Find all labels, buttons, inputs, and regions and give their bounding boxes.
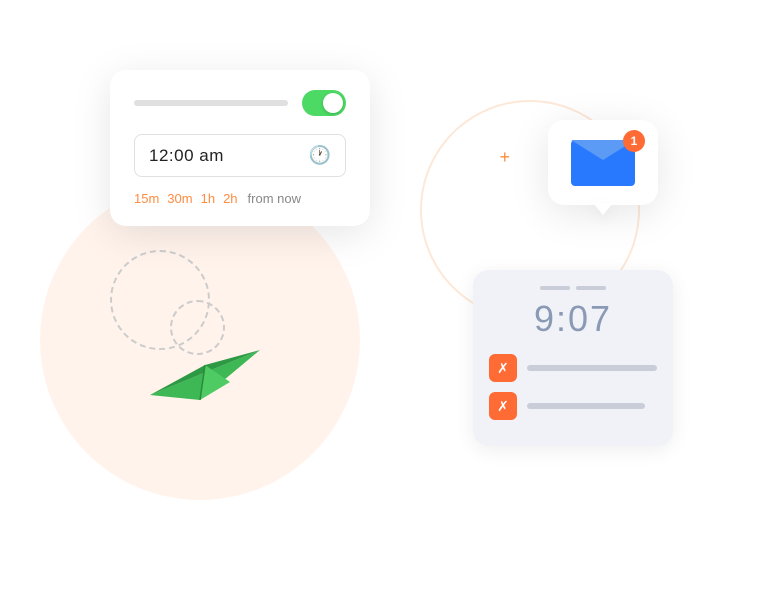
task-line-1 — [527, 365, 657, 371]
phone-status-dot-1 — [540, 286, 570, 290]
notification-badge: 1 — [623, 130, 645, 152]
toggle-row — [134, 90, 346, 116]
phone-top-bar — [489, 286, 657, 290]
paper-plane-container — [140, 320, 270, 415]
dashed-circle-small — [170, 300, 225, 355]
shortcut-2h[interactable]: 2h — [223, 191, 237, 206]
shortcut-30m[interactable]: 30m — [167, 191, 192, 206]
time-input-container[interactable]: 12:00 am 🕐 — [134, 134, 346, 177]
phone-task-card: 9:07 ✗ ✗ — [473, 270, 673, 446]
from-now-label: from now — [248, 191, 301, 206]
plus-decoration-icon: + — [499, 148, 510, 166]
toggle-switch[interactable] — [302, 90, 346, 116]
phone-status-dot-2 — [576, 286, 606, 290]
time-shortcuts-row: 15m 30m 1h 2h from now — [134, 191, 346, 206]
task-item-2: ✗ — [489, 392, 657, 420]
shortcut-1h[interactable]: 1h — [201, 191, 215, 206]
shortcut-15m[interactable]: 15m — [134, 191, 159, 206]
notification-envelope-card: 1 — [548, 120, 658, 205]
envelope-wrapper: 1 — [571, 140, 635, 186]
phone-time-display: 9:07 — [489, 298, 657, 340]
time-picker-card: 12:00 am 🕐 15m 30m 1h 2h from now — [110, 70, 370, 226]
task-item-1: ✗ — [489, 354, 657, 382]
toggle-knob — [323, 93, 343, 113]
toggle-label-bar — [134, 100, 288, 106]
task-icon-1: ✗ — [489, 354, 517, 382]
time-value-display: 12:00 am — [149, 146, 309, 166]
task-icon-2: ✗ — [489, 392, 517, 420]
clock-icon: 🕐 — [309, 145, 331, 166]
task-line-2 — [527, 403, 645, 409]
